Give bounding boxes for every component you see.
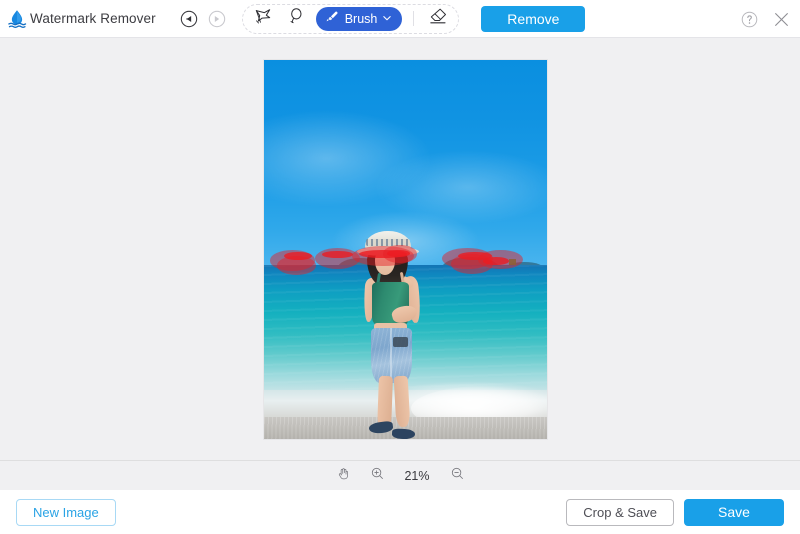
footer-actions: Crop & Save Save: [566, 490, 784, 534]
water-drop-logo-icon: [6, 8, 28, 30]
remove-button[interactable]: Remove: [481, 6, 585, 32]
lasso-tool[interactable]: [283, 7, 309, 31]
chevron-down-icon: [382, 11, 392, 26]
zoom-toolbar: 21%: [0, 460, 800, 490]
undo-icon: [179, 9, 199, 29]
source-photo: [264, 60, 547, 439]
polygon-lasso-tool[interactable]: [250, 7, 276, 31]
person-right-leg: [393, 376, 410, 428]
lasso-icon: [286, 6, 306, 31]
selection-tool-group: Brush: [242, 4, 460, 34]
person-right-sandal: [392, 428, 416, 439]
save-button[interactable]: Save: [684, 499, 784, 526]
zoom-in-button[interactable]: [368, 467, 386, 485]
brush-tool-button[interactable]: Brush: [316, 7, 403, 31]
close-icon: [772, 10, 791, 29]
history-controls: [178, 8, 228, 30]
app-title: Watermark Remover: [30, 11, 156, 26]
brand: Watermark Remover: [0, 8, 156, 30]
footer-bar: New Image Crop & Save Save: [0, 490, 800, 534]
hand-icon: [336, 466, 351, 486]
polygon-lasso-icon: [253, 6, 273, 31]
new-image-button[interactable]: New Image: [16, 499, 116, 526]
undo-button[interactable]: [178, 8, 200, 30]
hand-tool-button[interactable]: [334, 467, 352, 485]
editor-stage[interactable]: [0, 38, 800, 460]
zoom-in-icon: [370, 466, 385, 486]
crop-and-save-button[interactable]: Crop & Save: [566, 499, 674, 526]
help-button[interactable]: [738, 8, 760, 30]
person-hat-band: [366, 239, 410, 246]
zoom-out-button[interactable]: [448, 467, 466, 485]
brush-icon: [324, 9, 340, 28]
redo-icon: [207, 9, 227, 29]
close-button[interactable]: [770, 8, 792, 30]
watermark-remover-window: Watermark Remover: [0, 0, 800, 534]
redo-button[interactable]: [206, 8, 228, 30]
help-circle-icon: [740, 10, 759, 29]
person-shorts-detail: [393, 337, 409, 347]
zoom-out-icon: [450, 466, 465, 486]
photo-person: [264, 60, 547, 439]
brush-label: Brush: [345, 12, 378, 26]
zoom-level-label: 21%: [402, 469, 432, 483]
image-canvas[interactable]: [264, 60, 547, 439]
toolbar-divider: [413, 11, 414, 26]
header-actions: [738, 0, 792, 38]
person-left-sandal: [369, 421, 395, 435]
eraser-tool[interactable]: [425, 7, 451, 31]
app-header: Watermark Remover: [0, 0, 800, 38]
eraser-icon: [428, 6, 448, 31]
